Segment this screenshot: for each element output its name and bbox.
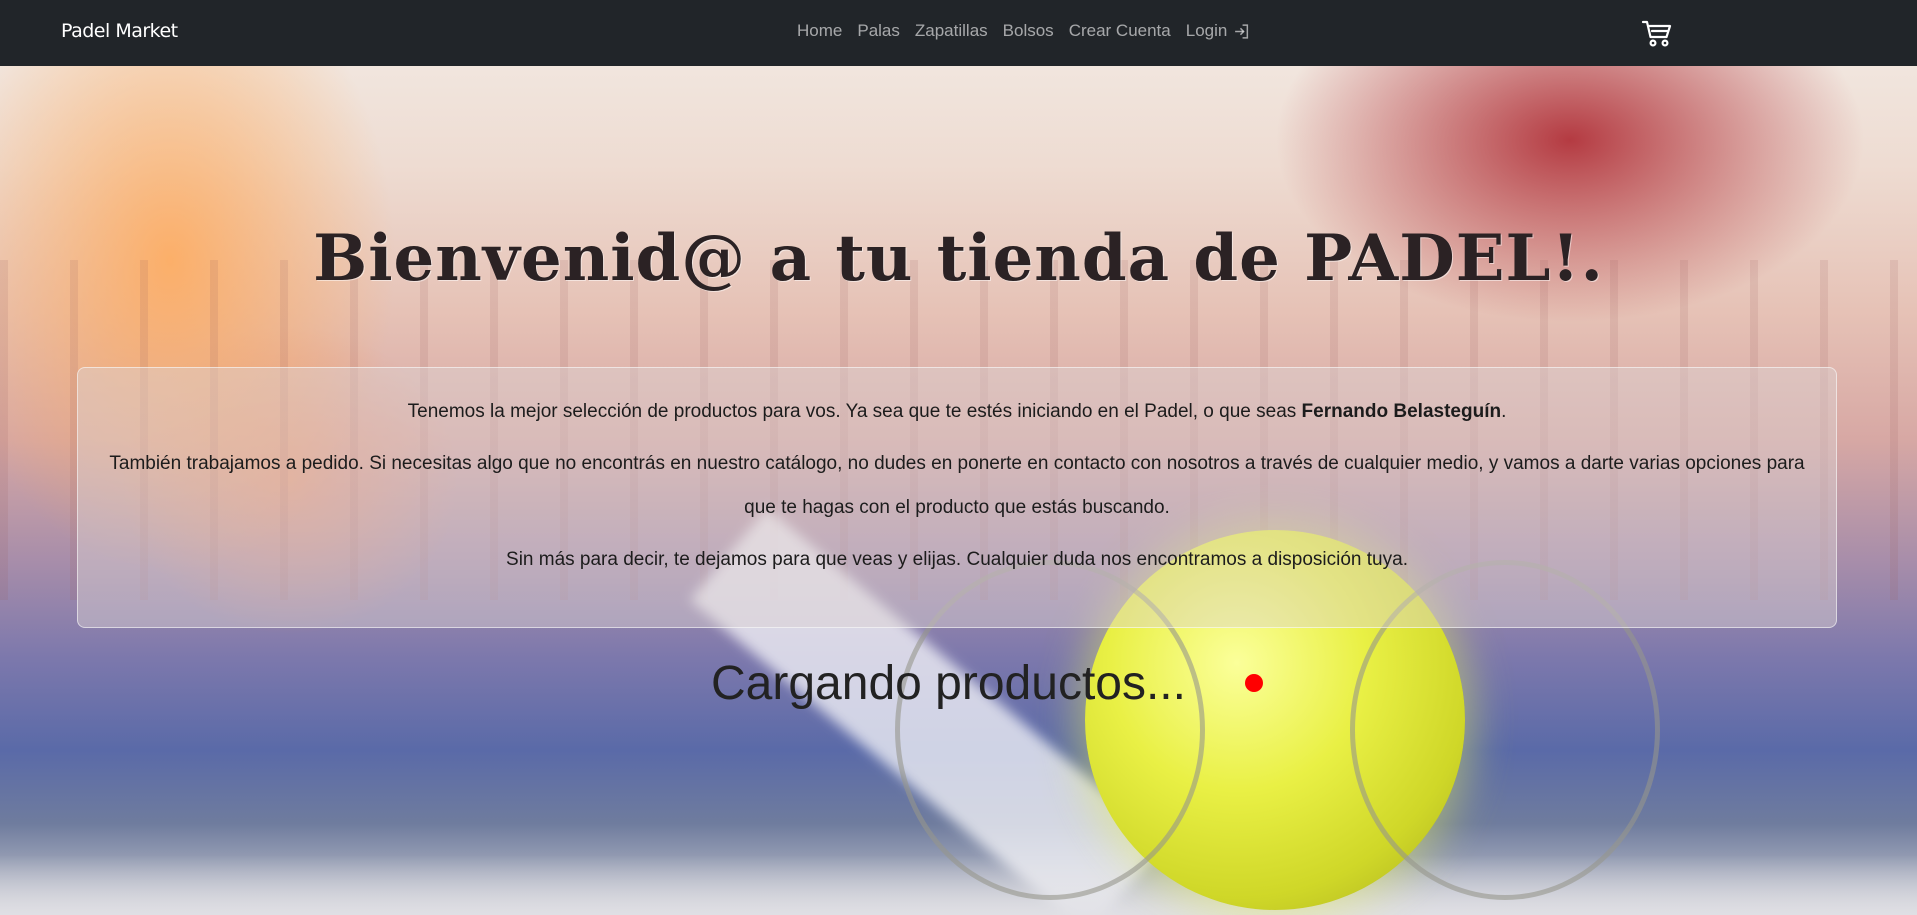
highlighted-name: Fernando Belasteguín [1301,401,1502,422]
nav-link-label: Zapatillas [914,21,988,40]
nav-link-zapatillas[interactable]: Zapatillas [915,21,988,41]
nav-link-label: Crear Cuenta [1068,21,1171,40]
nav-link-label: Palas [857,21,900,40]
info-paragraph-1: Tenemos la mejor selección de productos … [108,390,1806,434]
cart-icon[interactable] [1641,18,1673,50]
info-text-end: . [1501,401,1507,422]
nav-link-label: Home [797,21,843,40]
nav-link-login[interactable]: Login [1186,21,1251,41]
brand-link[interactable]: Padel Market [61,20,178,42]
page-title: Bienvenid@ a tu tienda de PADEL!. [313,220,1604,296]
nav-links: Home Palas Zapatillas Bolsos Crear Cuent… [797,21,1250,41]
welcome-info-box: Tenemos la mejor selección de productos … [77,367,1837,628]
nav-link-palas[interactable]: Palas [857,21,900,41]
nav-link-bolsos[interactable]: Bolsos [1003,21,1054,41]
nav-link-home[interactable]: Home [797,21,842,41]
nav-link-crear-cuenta[interactable]: Crear Cuenta [1069,21,1171,41]
nav-link-label: Bolsos [1002,21,1054,40]
info-paragraph-3: Sin más para decir, te dejamos para que … [506,549,1408,570]
login-icon [1235,23,1249,39]
navbar: Padel Market Home Palas Zapatillas Bolso… [0,0,1917,66]
page: Padel Market Home Palas Zapatillas Bolso… [0,0,1917,915]
nav-link-label: Login [1185,21,1228,40]
info-paragraph-2: También trabajamos a pedido. Si necesita… [109,453,1805,518]
info-text: Tenemos la mejor selección de productos … [407,401,1302,422]
loading-status: Cargando productos... [711,657,1186,710]
